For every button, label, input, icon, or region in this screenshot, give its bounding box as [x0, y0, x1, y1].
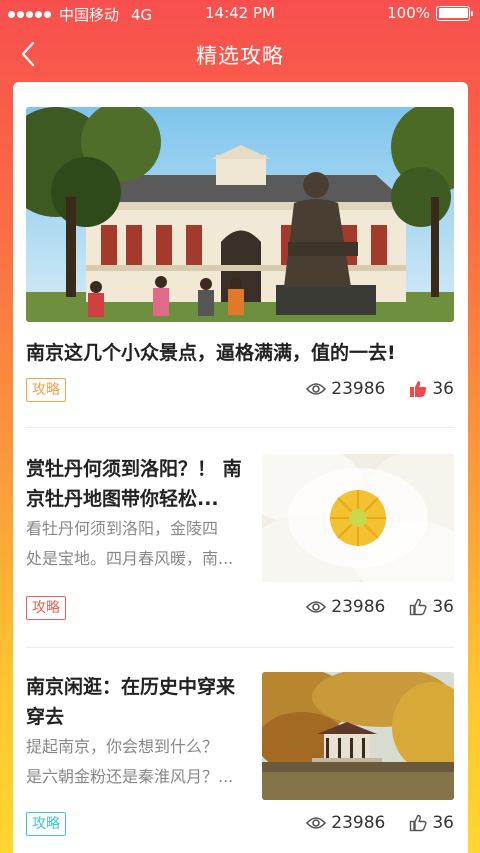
article-item[interactable]: 南京闲逛：在历史中穿来 穿去 提起南京，你会想到什么？ 是六朝金粉还是秦淮风月？… [26, 672, 454, 853]
like-count-value: 36 [432, 597, 454, 617]
article-thumbnail[interactable] [262, 454, 454, 582]
featured-article-image[interactable] [26, 107, 454, 322]
eye-icon [306, 601, 327, 613]
article-summary: 提起南京，你会想到什么？ 是六朝金粉还是秦淮风月？... [26, 737, 234, 786]
like-button[interactable]: 36 [409, 597, 454, 617]
like-button[interactable]: 36 [409, 813, 454, 833]
eye-icon [306, 383, 327, 395]
divider [26, 427, 454, 428]
eye-icon [306, 817, 327, 829]
view-count-value: 23986 [331, 813, 386, 833]
thumbs-up-icon [410, 598, 427, 616]
featured-article-title[interactable]: 南京这几个小众景点，逼格满满，值的一去! [26, 340, 454, 366]
article-list-card: 南京这几个小众景点，逼格满满，值的一去! 攻略 23986 36 赏牡丹何须到洛… [13, 82, 468, 853]
article-title[interactable]: 南京闲逛：在历史中穿来 穿去 [26, 672, 254, 732]
article-thumbnail[interactable] [262, 672, 454, 800]
article-meta: 攻略 23986 36 [26, 594, 454, 624]
nav-bar: 精选攻略 [0, 28, 480, 80]
article-title[interactable]: 赏牡丹何须到洛阳？！ 南 京牡丹地图带你轻松... [26, 454, 254, 514]
battery-percent: 100% [387, 4, 430, 22]
category-tag: 攻略 [26, 812, 66, 836]
battery-icon [436, 5, 473, 21]
view-count: 23986 [306, 597, 385, 617]
like-count-value: 36 [432, 379, 454, 399]
featured-article-meta: 攻略 23986 36 [26, 376, 454, 406]
view-count: 23986 [306, 813, 385, 833]
article-stats: 23986 36 [306, 597, 454, 617]
status-right: 100% [387, 4, 473, 22]
thumbs-up-icon [410, 814, 427, 832]
view-count: 23986 [306, 379, 385, 399]
article-item[interactable]: 赏牡丹何须到洛阳？！ 南 京牡丹地图带你轻松... 看牡丹何须到洛阳，金陵四 处… [26, 454, 454, 654]
thumbs-up-icon [410, 381, 427, 397]
category-tag: 攻略 [26, 596, 66, 620]
status-bar: 中国移动 4G 14:42 PM 100% [0, 0, 480, 28]
featured-article[interactable]: 南京这几个小众景点，逼格满满，值的一去! 攻略 23986 36 [26, 107, 454, 406]
page-title: 精选攻略 [196, 44, 284, 68]
article-summary: 看牡丹何须到洛阳，金陵四 处是宝地。四月春风暖，南... [26, 519, 234, 568]
article-stats: 23986 36 [306, 813, 454, 833]
article-meta: 攻略 23986 36 [26, 810, 454, 840]
view-count-value: 23986 [331, 597, 386, 617]
category-tag: 攻略 [26, 378, 66, 402]
like-button[interactable]: 36 [409, 379, 454, 399]
like-count-value: 36 [432, 813, 454, 833]
view-count-value: 23986 [331, 379, 386, 399]
article-stats: 23986 36 [306, 379, 454, 399]
divider [26, 647, 454, 648]
